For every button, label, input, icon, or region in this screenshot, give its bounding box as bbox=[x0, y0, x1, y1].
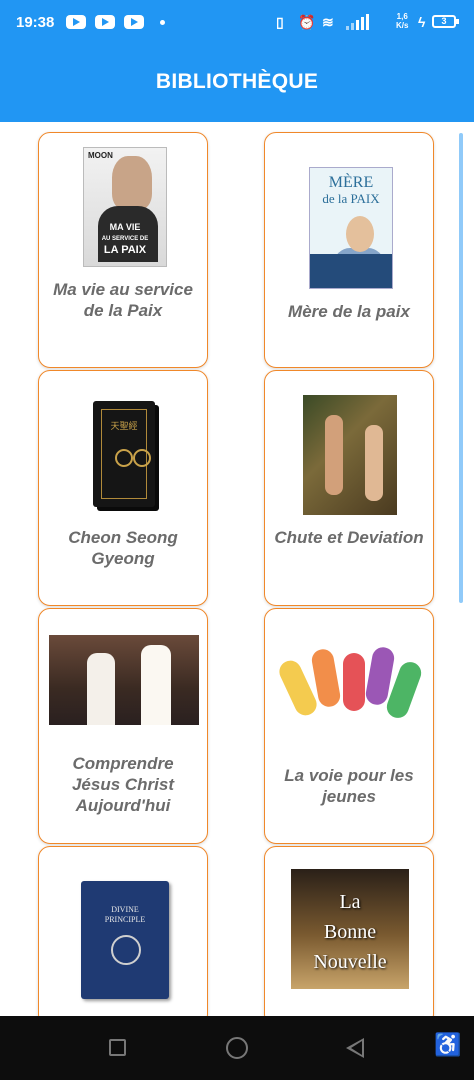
status-bar: 19:38 ▯ ⏰ ≋ 1,6 K/s ϟ 3 bbox=[0, 0, 474, 48]
page-title: BIBLIOTHÈQUE bbox=[155, 70, 319, 93]
network-speed-value: 1,6 bbox=[396, 12, 408, 21]
book-cover-image: MÈRE de la PAIX bbox=[309, 167, 393, 289]
recents-icon[interactable] bbox=[109, 1039, 126, 1056]
book-card[interactable]: MÈRE de la PAIX Mère de la paix bbox=[264, 132, 434, 368]
cover-text: MÈRE bbox=[328, 174, 374, 191]
charging-icon: ϟ bbox=[418, 14, 426, 30]
cover-text: Bonne bbox=[323, 921, 377, 943]
youtube-icon bbox=[66, 15, 86, 29]
youtube-icon bbox=[124, 15, 144, 29]
book-title: Comprendre Jésus Christ Aujourd'hui bbox=[71, 754, 175, 815]
book-cover-image: DIVINE PRINCIPLE bbox=[81, 881, 169, 999]
navigation-bar: ♿ bbox=[0, 1016, 474, 1080]
book-title: Mère de la paix bbox=[288, 302, 410, 321]
notification-dot-icon bbox=[160, 20, 165, 25]
back-icon[interactable] bbox=[346, 1038, 364, 1058]
book-cover-image: MOON MA VIE AU SERVICE DE LA PAIX bbox=[83, 147, 167, 267]
cover-text: MA VIE bbox=[109, 222, 141, 232]
accessibility-icon[interactable]: ♿ bbox=[434, 1032, 461, 1058]
cover-text: Nouvelle bbox=[313, 951, 387, 973]
cover-text: PRINCIPLE bbox=[104, 915, 146, 924]
book-cover-image: 天聖經 bbox=[93, 401, 155, 507]
book-title: Cheon Seong Gyeong bbox=[68, 528, 178, 568]
vibrate-icon: ▯ bbox=[276, 14, 284, 30]
alarm-icon: ⏰ bbox=[298, 14, 316, 30]
book-title: Ma vie au service de la Paix bbox=[53, 280, 193, 320]
signal-icon bbox=[346, 14, 369, 30]
book-title: Chute et Deviation bbox=[274, 528, 424, 547]
scrollbar[interactable] bbox=[459, 133, 463, 603]
book-cover-image bbox=[303, 395, 397, 515]
book-title: La voie pour les jeunes bbox=[284, 766, 414, 806]
cover-text: La bbox=[339, 891, 361, 913]
book-card[interactable]: Chute et Deviation bbox=[264, 370, 434, 606]
book-card[interactable]: La voie pour les jeunes bbox=[264, 608, 434, 844]
network-speed-unit: K/s bbox=[396, 21, 409, 30]
wifi-icon: ≋ bbox=[322, 14, 334, 30]
book-cover-image bbox=[275, 639, 425, 743]
home-icon[interactable] bbox=[226, 1037, 248, 1059]
book-card[interactable]: Comprendre Jésus Christ Aujourd'hui bbox=[38, 608, 208, 844]
book-card[interactable]: La Bonne Nouvelle bbox=[264, 846, 434, 1026]
cover-text: AU SERVICE DE bbox=[101, 236, 149, 242]
network-speed: 1,6 K/s bbox=[396, 12, 408, 30]
cover-text: LA PAIX bbox=[103, 244, 147, 256]
cover-text: 天聖經 bbox=[110, 421, 138, 431]
cover-text: MOON bbox=[88, 151, 113, 160]
youtube-icon bbox=[95, 15, 115, 29]
book-card[interactable]: MOON MA VIE AU SERVICE DE LA PAIX Ma vie… bbox=[38, 132, 208, 368]
book-card[interactable]: 天聖經 Cheon Seong Gyeong bbox=[38, 370, 208, 606]
cover-text: DIVINE bbox=[111, 905, 139, 914]
book-cover-image: La Bonne Nouvelle bbox=[291, 869, 409, 989]
book-card[interactable]: DIVINE PRINCIPLE bbox=[38, 846, 208, 1026]
battery-icon: 3 bbox=[432, 15, 459, 28]
app-bar: 19:38 ▯ ⏰ ≋ 1,6 K/s ϟ 3 BIBLIOTHÈQUE bbox=[0, 0, 474, 122]
status-time: 19:38 bbox=[16, 14, 55, 31]
book-cover-image bbox=[49, 635, 199, 725]
cover-text: de la PAIX bbox=[322, 191, 380, 206]
